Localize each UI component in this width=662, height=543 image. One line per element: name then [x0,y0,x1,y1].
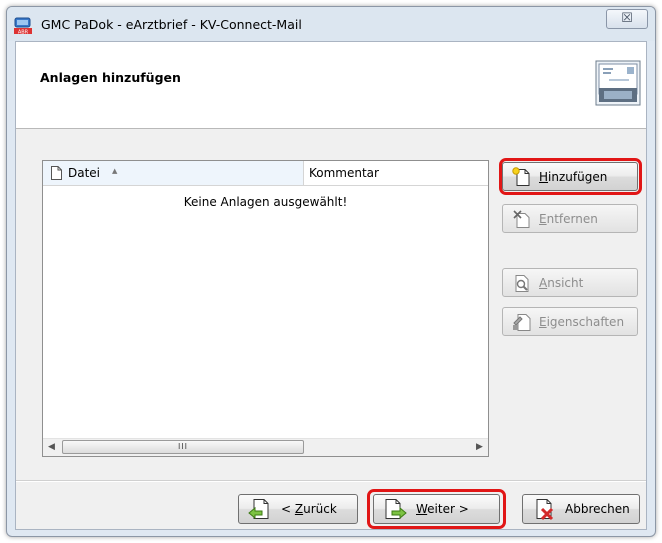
scrollbar-thumb[interactable]: III [62,440,304,454]
column-label-kommentar: Kommentar [309,166,379,180]
cancel-icon [536,499,554,521]
view-attachment-label: Ansicht [539,275,584,290]
back-button[interactable]: < Zurück [238,494,358,524]
properties-button[interactable]: Eigenschaften [502,307,638,336]
remove-attachment-button[interactable]: Entfernen [502,204,638,233]
scroll-left-icon[interactable]: ◀ [43,439,60,456]
column-header-datei[interactable]: Datei ▲ [43,161,304,185]
window-title: GMC PaDok - eArztbrief - KV-Connect-Mail [41,17,302,32]
magnifier-icon [515,274,529,292]
mail-envelope-icon [595,60,641,106]
add-file-icon [512,166,530,186]
view-attachment-button[interactable]: Ansicht [502,268,638,297]
wizard-header: Anlagen hinzufügen [16,42,646,129]
back-label: < Zurück [281,502,337,516]
sort-ascending-icon: ▲ [112,167,118,175]
svg-text:ABR: ABR [18,29,29,35]
close-button[interactable]: ☒ [606,9,648,29]
properties-icon [513,313,531,331]
dialog-window: ABR GMC PaDok - eArztbrief - KV-Connect-… [6,6,656,537]
horizontal-scrollbar[interactable]: ◀ III ▶ [43,438,488,456]
footer-divider [16,480,646,482]
scroll-right-icon[interactable]: ▶ [471,439,488,456]
cancel-label: Abbrechen [565,502,630,516]
remove-file-icon [513,209,530,228]
attachments-list[interactable]: Datei ▲ Kommentar Keine Anlagen ausgewäh… [42,160,489,457]
back-arrow-icon [248,499,269,520]
next-button[interactable]: Weiter > [373,494,500,524]
list-header: Datei ▲ Kommentar [43,161,488,186]
dialog-client-area: Anlagen hinzufügen Datei ▲ Kommentar Kei… [15,41,647,530]
add-attachment-button[interactable]: Hinzufügen [502,162,638,191]
column-header-kommentar[interactable]: Kommentar [304,161,488,185]
forward-arrow-icon [385,499,407,520]
app-logo-icon: ABR [14,17,32,35]
empty-list-message: Keine Anlagen ausgewählt! [183,195,348,209]
title-bar[interactable]: ABR GMC PaDok - eArztbrief - KV-Connect-… [7,7,655,41]
file-icon [51,166,62,180]
column-label-datei: Datei [68,166,101,180]
properties-label: Eigenschaften [539,314,625,329]
next-label: Weiter > [416,502,469,516]
add-attachment-label: Hinzufügen [539,169,608,184]
cancel-button[interactable]: Abbrechen [522,494,640,524]
remove-attachment-label: Entfernen [539,211,598,226]
page-title: Anlagen hinzufügen [40,70,181,85]
